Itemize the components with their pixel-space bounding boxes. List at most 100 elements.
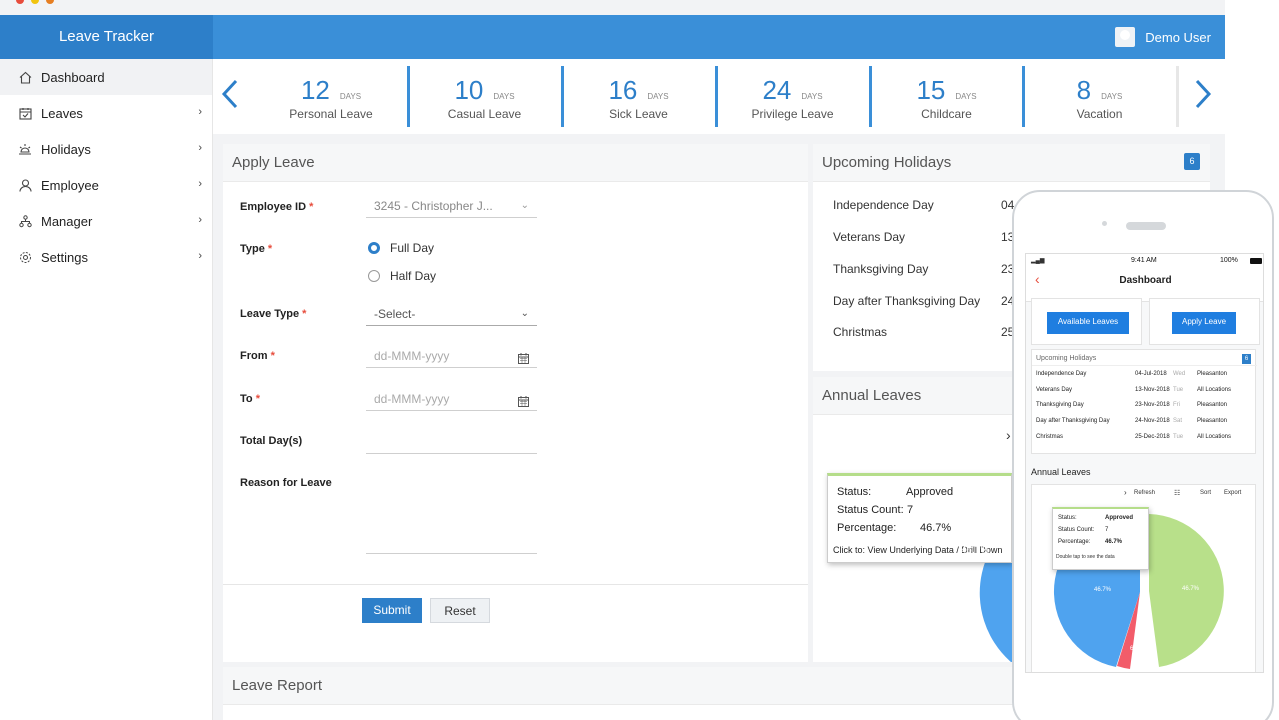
holiday-name: Day after Thanksgiving Day [833,294,980,308]
sidebar-item-settings[interactable]: Settings › [0,239,212,275]
phone-camera [1102,221,1107,226]
home-icon [18,70,32,84]
pie-label-red: 6.7% [1130,646,1144,652]
leave-type-label: Leave Type * [240,308,306,320]
reason-label: Reason for Leave [240,477,332,489]
chevron-right-icon: › [198,178,202,190]
refresh-button[interactable]: Refresh [1134,490,1155,496]
select-value: -Select- [374,307,415,321]
stat-privilege-leave[interactable]: 24DAYS Privilege Leave [715,66,867,127]
type-label: Type * [240,243,272,255]
stat-personal-leave[interactable]: 12DAYS Personal Leave [255,66,407,127]
chevron-right-icon[interactable]: › [1124,488,1127,497]
radio-half-day[interactable]: Half Day [368,269,436,283]
holiday-name: Veterans Day [833,230,905,244]
tooltip-status-label: Status: [1058,515,1077,521]
holidays-title: Upcoming Holidays 6 [813,144,1210,182]
select-value: 3245 - Christopher J... [374,199,493,213]
sidebar-item-label: Settings [41,250,88,265]
tooltip-pct-value: 46.7% [1105,539,1122,545]
from-date-input[interactable]: dd-MMM-yyyy [366,346,537,368]
carousel-divider [1176,66,1179,127]
sidebar-item-manager[interactable]: Manager › [0,203,212,239]
signal-icon: ▂▄▆ [1031,257,1044,264]
pie-data-label: 46.7% [961,545,989,556]
label-text: Type [240,243,265,255]
stat-childcare[interactable]: 15DAYS Childcare [869,66,1021,127]
phone-holiday-date: 13-Nov-2018 [1135,387,1170,393]
holiday-name: Thanksgiving Day [833,262,928,276]
carousel-next-icon[interactable] [1193,77,1213,117]
stat-value: 24 [762,75,791,106]
stat-unit: DAYS [493,92,514,101]
sidebar-item-employee[interactable]: Employee › [0,167,212,203]
employee-id-label: Employee ID * [240,201,313,213]
tooltip-count-value: 7 [907,504,913,516]
user-name[interactable]: Demo User [1145,30,1211,45]
stat-unit: DAYS [801,92,822,101]
window-minimize-dot[interactable] [31,0,39,4]
input-placeholder: dd-MMM-yyyy [374,349,449,363]
window-close-dot[interactable] [16,0,24,4]
apply-leave-button[interactable]: Apply Leave [1172,312,1236,334]
chevron-down-icon: ⌄ [521,304,529,324]
tooltip-count-label: Status Count: [837,504,904,516]
phone-holiday-day: Fri [1173,402,1180,408]
phone-status-and-nav: ▂▄▆ 9:41 AM 100% ‹ Dashboard [1026,254,1264,302]
tooltip-pct-value: 46.7% [920,522,951,534]
phone-screen: ▂▄▆ 9:41 AM 100% ‹ Dashboard Available L… [1025,253,1264,673]
phone-holiday-day: Wed [1173,371,1185,377]
app-title[interactable]: Leave Tracker [0,15,213,59]
holiday-name: Independence Day [833,198,934,212]
phone-holiday-name: Day after Thanksgiving Day [1036,418,1110,424]
sidebar-item-dashboard[interactable]: Dashboard [0,59,212,95]
phone-holiday-location: All Locations [1197,387,1231,393]
stat-sick-leave[interactable]: 16DAYS Sick Leave [561,66,713,127]
leave-type-select[interactable]: -Select- ⌄ [366,304,537,326]
phone-holidays-badge: 6 [1242,354,1251,364]
phone-speaker [1126,222,1166,230]
stat-unit: DAYS [1101,92,1122,101]
radio-label: Full Day [390,241,434,255]
to-date-input[interactable]: dd-MMM-yyyy [366,389,537,411]
total-days-label: Total Day(s) [240,435,302,447]
sidebar-item-leaves[interactable]: Leaves › [0,95,212,131]
export-button[interactable]: Export [1224,490,1241,496]
stat-vacation[interactable]: 8DAYS Vacation [1022,66,1174,127]
required-marker: * [302,308,306,320]
to-label: To * [240,393,260,405]
reset-button[interactable]: Reset [430,598,490,623]
tooltip-count-value: 7 [1105,527,1108,533]
sort-button[interactable]: Sort [1200,490,1211,496]
sidebar-item-holidays[interactable]: Holidays › [0,131,212,167]
bank-icon[interactable]: ☷ [1174,489,1180,497]
phone-title: Dashboard [1026,275,1264,286]
avatar[interactable] [1115,27,1135,47]
sidebar: Dashboard Leaves › Holidays › Employee ›… [0,59,213,720]
phone-holiday-name: Thanksgiving Day [1036,402,1084,408]
tooltip-status-value: Approved [906,486,953,498]
radio-unselected-icon[interactable] [368,270,380,282]
available-leaves-button[interactable]: Available Leaves [1047,312,1129,334]
radio-full-day[interactable]: Full Day [368,241,434,255]
required-marker: * [309,201,313,213]
phone-holiday-location: Pleasanton [1197,418,1227,424]
holidays-count-badge: 6 [1184,153,1200,170]
phone-holiday-day: Tue [1173,387,1183,393]
radio-selected-icon[interactable] [368,242,380,254]
phone-battery: 100% [1220,257,1238,264]
calendar-icon[interactable] [518,393,529,413]
reason-textarea[interactable] [366,474,537,554]
label-text: Employee ID [240,201,306,213]
carousel-prev-icon[interactable] [220,77,240,117]
total-days-field [366,432,537,454]
employee-id-select[interactable]: 3245 - Christopher J... ⌄ [366,196,537,218]
calendar-icon[interactable] [518,350,529,370]
user-menu[interactable]: Demo User [1115,15,1211,59]
sidebar-item-label: Leaves [41,106,83,121]
window-zoom-dot[interactable] [46,0,54,4]
phone-holiday-day: Sat [1173,418,1182,424]
required-marker: * [268,243,272,255]
stat-casual-leave[interactable]: 10DAYS Casual Leave [407,66,559,127]
submit-button[interactable]: Submit [362,598,422,623]
